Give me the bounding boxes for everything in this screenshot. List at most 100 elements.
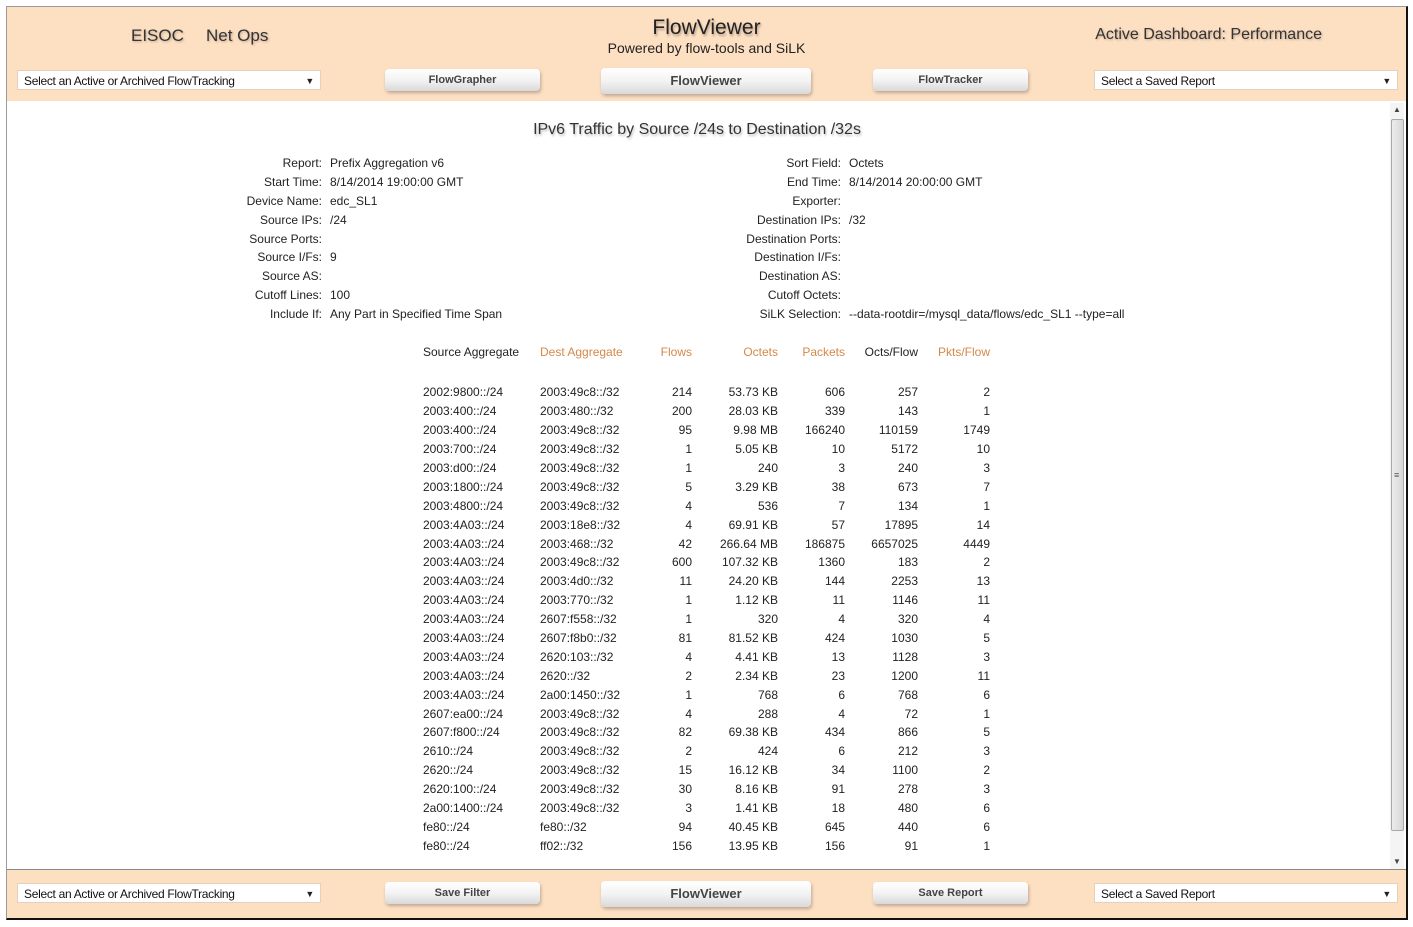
cell-octs-per-flow: 320 <box>897 612 918 627</box>
param-row: Cutoff Octets: <box>607 288 1124 307</box>
param-label: Exporter: <box>792 193 841 208</box>
flowtracking-select-top[interactable]: Select an Active or Archived FlowTrackin… <box>17 70 321 90</box>
saved-report-select-top[interactable]: Select a Saved Report ▼ <box>1094 70 1398 90</box>
save-report-button[interactable]: Save Report <box>873 882 1028 904</box>
cell-source-aggregate: 2003:1800::/24 <box>423 479 504 494</box>
cell-pkts-per-flow: 4449 <box>963 536 990 551</box>
cell-octets: 3.29 KB <box>735 479 778 494</box>
cell-octs-per-flow: 440 <box>897 819 918 834</box>
cell-packets: 18 <box>831 801 845 816</box>
table-row: 2620::/24 2003:49c8::/32 15 16.12 KB 34 1100 2 <box>423 761 990 780</box>
param-value: 8/14/2014 19:00:00 GMT <box>330 174 464 189</box>
cell-source-aggregate: 2003:4A03::/24 <box>423 649 505 664</box>
cell-pkts-per-flow: 1 <box>983 498 990 513</box>
cell-flows: 1 <box>685 687 692 702</box>
param-row: Report: Prefix Aggregation v6 <box>7 156 502 175</box>
param-row: Destination IPs: /32 <box>607 213 1124 232</box>
save-filter-button[interactable]: Save Filter <box>385 882 540 904</box>
cell-octets: 2.34 KB <box>735 668 778 683</box>
cell-dest-aggregate: ff02::/32 <box>540 838 584 853</box>
footer-bar: Select an Active or Archived FlowTrackin… <box>7 869 1406 918</box>
param-row: Include If: Any Part in Specified Time Sp… <box>7 307 502 326</box>
param-label: Include If: <box>269 307 322 322</box>
cell-flows: 2 <box>685 744 692 759</box>
col-flows[interactable]: Flows <box>640 345 692 383</box>
cell-pkts-per-flow: 3 <box>983 649 990 664</box>
cell-octets: 1.12 KB <box>735 593 778 608</box>
cell-source-aggregate: 2003:4A03::/24 <box>423 517 505 532</box>
param-row: End Time: 8/14/2014 20:00:00 GMT <box>607 175 1124 194</box>
cell-octets: 266.64 MB <box>719 536 778 551</box>
param-value <box>322 269 330 288</box>
cell-source-aggregate: 2003:4A03::/24 <box>423 631 505 646</box>
cell-dest-aggregate: 2003:49c8::/32 <box>540 442 620 457</box>
cell-octs-per-flow: 866 <box>897 725 918 740</box>
cell-source-aggregate: 2003:4A03::/24 <box>423 536 505 551</box>
cell-octs-per-flow: 768 <box>897 687 918 702</box>
param-label: Device Name: <box>246 193 322 208</box>
param-label: Cutoff Octets: <box>767 288 841 303</box>
cell-dest-aggregate: 2003:49c8::/32 <box>540 423 620 438</box>
cell-octs-per-flow: 6657025 <box>871 536 918 551</box>
param-value <box>322 232 330 251</box>
flowgrapher-button[interactable]: FlowGrapher <box>385 69 540 91</box>
table-row: 2003:4A03::/24 2a00:1450::/32 1 768 6 768 6 <box>423 685 990 704</box>
cell-flows: 1 <box>685 442 692 457</box>
cell-packets: 10 <box>831 442 845 457</box>
cell-packets: 57 <box>831 517 845 532</box>
col-dest-aggregate[interactable]: Dest Aggregate <box>540 345 640 383</box>
cell-dest-aggregate: 2003:49c8::/32 <box>540 461 620 475</box>
param-value: Octets <box>849 156 884 170</box>
cell-source-aggregate: 2003:4A03::/24 <box>423 574 505 589</box>
param-row: Device Name: edc_SL1 <box>7 194 502 213</box>
param-value: Any Part in Specified Time Span <box>330 307 503 322</box>
flowtracking-select-bottom[interactable]: Select an Active or Archived FlowTrackin… <box>17 883 321 903</box>
flowviewer-button-bottom[interactable]: FlowViewer <box>601 881 811 907</box>
col-octs-per-flow: Octs/Flow <box>864 345 918 359</box>
cell-source-aggregate: 2003:4A03::/24 <box>423 555 505 570</box>
active-dashboard-label: Active Dashboard: Performance <box>1095 26 1322 43</box>
scrollbar-thumb[interactable]: ≡ <box>1391 119 1404 831</box>
param-value <box>841 250 849 269</box>
cell-octets: 240 <box>757 461 778 475</box>
saved-report-select-bottom[interactable]: Select a Saved Report ▼ <box>1094 883 1398 903</box>
scroll-up-icon[interactable]: ▲ <box>1390 103 1404 117</box>
param-label: Source Ports: <box>249 231 322 246</box>
col-pkts-per-flow[interactable]: Pkts/Flow <box>918 345 990 383</box>
param-row: Destination Ports: <box>607 232 1124 251</box>
cell-octets: 536 <box>757 498 778 513</box>
cell-octets: 28.03 KB <box>728 404 778 419</box>
col-octets[interactable]: Octets <box>692 345 778 383</box>
cell-octs-per-flow: 240 <box>897 461 918 475</box>
cell-octets: 13.95 KB <box>728 838 778 853</box>
cell-packets: 91 <box>831 782 845 797</box>
cell-pkts-per-flow: 5 <box>983 631 990 646</box>
cell-dest-aggregate: 2003:49c8::/32 <box>540 385 620 400</box>
cell-pkts-per-flow: 1 <box>983 838 990 853</box>
cell-octs-per-flow: 673 <box>897 479 918 494</box>
cell-dest-aggregate: 2a00:1450::/32 <box>540 687 621 702</box>
cell-octets: 53.73 KB <box>728 385 778 400</box>
cell-source-aggregate: 2607:f800::/24 <box>423 725 500 740</box>
cell-flows: 2 <box>685 668 692 683</box>
flowtracker-button[interactable]: FlowTracker <box>873 69 1028 91</box>
cell-dest-aggregate: 2003:49c8::/32 <box>540 763 620 778</box>
cell-packets: 186875 <box>804 536 845 551</box>
cell-flows: 1 <box>685 461 692 475</box>
cell-flows: 15 <box>678 763 692 778</box>
cell-flows: 4 <box>685 517 692 532</box>
scroll-down-icon[interactable]: ▼ <box>1390 855 1404 869</box>
vertical-scrollbar[interactable]: ▲ ≡ ▼ <box>1390 103 1404 869</box>
param-label: Sort Field: <box>786 156 841 170</box>
table-row: 2003:4A03::/24 2620::/32 2 2.34 KB 23 1200 11 <box>423 666 990 685</box>
cell-dest-aggregate: 2620:103::/32 <box>540 649 614 664</box>
dropdown-arrow-icon: ▼ <box>305 889 314 899</box>
param-value: edc_SL1 <box>330 193 378 208</box>
param-value: --data-rootdir=/mysql_data/flows/edc_SL1… <box>849 307 1125 322</box>
cell-pkts-per-flow: 2 <box>983 763 990 778</box>
col-packets[interactable]: Packets <box>778 345 845 383</box>
table-row: 2003:4A03::/24 2003:468::/32 42 266.64 MB 18… <box>423 534 990 553</box>
cell-packets: 6 <box>838 687 845 702</box>
saved-report-select-value: Select a Saved Report <box>1101 74 1215 88</box>
flowviewer-button-top[interactable]: FlowViewer <box>601 68 811 94</box>
